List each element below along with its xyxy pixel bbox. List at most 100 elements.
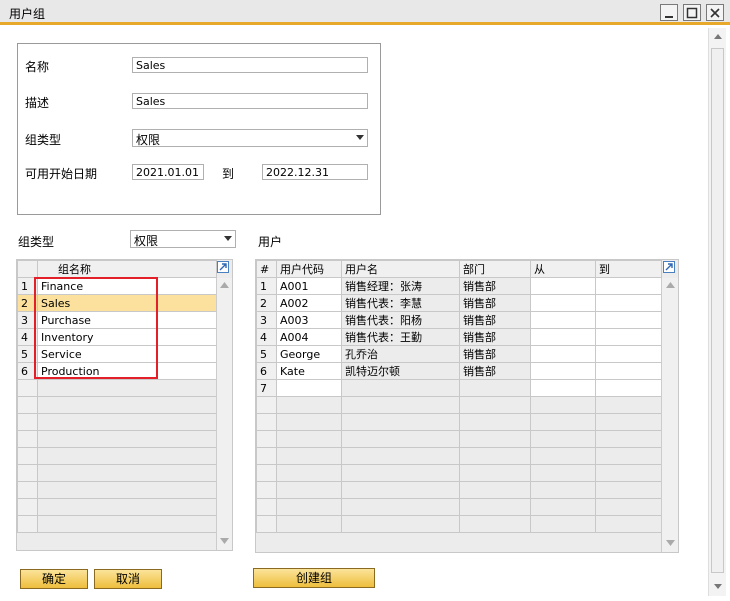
to-date-cell[interactable] [595, 430, 662, 448]
column-header-to[interactable]: 到 [595, 260, 662, 278]
table-row[interactable]: 6 Kate 凯特迈尔顿 销售部 [256, 362, 662, 380]
scroll-down-icon[interactable] [220, 538, 229, 544]
close-icon[interactable] [706, 4, 724, 21]
from-date-cell[interactable] [530, 464, 596, 482]
table-row[interactable] [17, 447, 217, 465]
from-date-cell[interactable] [530, 379, 596, 397]
to-date-cell[interactable] [595, 311, 662, 329]
minimize-icon[interactable] [660, 4, 678, 21]
to-date-cell[interactable] [595, 498, 662, 516]
column-header-group-name[interactable]: 组名称 [37, 260, 217, 278]
user-code-cell[interactable] [276, 464, 342, 482]
table-row[interactable] [17, 498, 217, 516]
user-code-cell[interactable]: A003 [276, 311, 342, 329]
table-row[interactable]: 4 A004 销售代表：王勤 销售部 [256, 328, 662, 346]
from-date-cell[interactable] [530, 396, 596, 414]
department-cell[interactable] [459, 498, 531, 516]
to-date-cell[interactable] [595, 481, 662, 499]
to-date-cell[interactable] [595, 362, 662, 380]
group-name-cell[interactable] [37, 498, 217, 516]
table-row[interactable]: 1 A001 销售经理：张涛 销售部 [256, 277, 662, 295]
user-name-cell[interactable] [341, 413, 460, 431]
table-row[interactable] [256, 396, 662, 414]
column-header-department[interactable]: 部门 [459, 260, 531, 278]
date-to-field[interactable]: 2022.12.31 [262, 164, 368, 180]
department-cell[interactable]: 销售部 [459, 362, 531, 380]
to-date-cell[interactable] [595, 277, 662, 295]
group-name-cell[interactable] [37, 413, 217, 431]
table-row[interactable] [256, 464, 662, 482]
department-cell[interactable]: 销售部 [459, 328, 531, 346]
user-name-cell[interactable] [341, 481, 460, 499]
user-code-cell[interactable] [276, 498, 342, 516]
user-code-cell[interactable]: A001 [276, 277, 342, 295]
expand-arrow-icon[interactable] [217, 261, 229, 273]
table-row[interactable] [17, 515, 217, 533]
name-field[interactable]: Sales [132, 57, 368, 73]
to-date-cell[interactable] [595, 345, 662, 363]
group-name-cell[interactable] [37, 379, 217, 397]
user-code-cell[interactable] [276, 396, 342, 414]
user-name-cell[interactable]: 销售经理：张涛 [341, 277, 460, 295]
to-date-cell[interactable] [595, 447, 662, 465]
department-cell[interactable] [459, 481, 531, 499]
from-date-cell[interactable] [530, 294, 596, 312]
from-date-cell[interactable] [530, 311, 596, 329]
user-name-cell[interactable] [341, 515, 460, 533]
from-date-cell[interactable] [530, 413, 596, 431]
department-cell[interactable] [459, 379, 531, 397]
table-row[interactable]: 2 A002 销售代表：李慧 销售部 [256, 294, 662, 312]
table-row[interactable] [256, 498, 662, 516]
user-code-cell[interactable] [276, 447, 342, 465]
from-date-cell[interactable] [530, 515, 596, 533]
to-date-cell[interactable] [595, 413, 662, 431]
department-cell[interactable] [459, 447, 531, 465]
from-date-cell[interactable] [530, 481, 596, 499]
groups-scrollbar[interactable] [216, 278, 232, 550]
user-code-cell[interactable] [276, 413, 342, 431]
user-name-cell[interactable] [341, 498, 460, 516]
create-group-button[interactable]: 创建组 [253, 568, 375, 588]
table-row[interactable] [256, 481, 662, 499]
scroll-down-icon[interactable] [666, 540, 675, 546]
to-date-cell[interactable] [595, 379, 662, 397]
user-name-cell[interactable]: 凯特迈尔顿 [341, 362, 460, 380]
group-name-cell[interactable] [37, 447, 217, 465]
user-name-cell[interactable]: 销售代表：李慧 [341, 294, 460, 312]
user-name-cell[interactable] [341, 464, 460, 482]
user-name-cell[interactable] [341, 447, 460, 465]
user-code-cell[interactable]: Kate [276, 362, 342, 380]
group-name-cell[interactable] [37, 515, 217, 533]
user-code-cell[interactable] [276, 515, 342, 533]
users-scrollbar[interactable] [661, 278, 678, 552]
table-row[interactable] [256, 447, 662, 465]
user-name-cell[interactable]: 销售代表：王勤 [341, 328, 460, 346]
user-name-cell[interactable] [341, 396, 460, 414]
column-header-user-code[interactable]: 用户代码 [276, 260, 342, 278]
table-row[interactable] [17, 379, 217, 397]
department-cell[interactable]: 销售部 [459, 311, 531, 329]
table-row[interactable] [17, 464, 217, 482]
date-from-field[interactable]: 2021.01.01 [132, 164, 204, 180]
table-row[interactable] [256, 430, 662, 448]
table-row[interactable] [17, 481, 217, 499]
table-row[interactable]: 5 George 孔乔治 销售部 [256, 345, 662, 363]
group-name-cell[interactable] [37, 481, 217, 499]
department-cell[interactable] [459, 396, 531, 414]
scroll-up-icon[interactable] [220, 282, 229, 288]
department-cell[interactable] [459, 430, 531, 448]
column-header-number[interactable]: # [256, 260, 277, 278]
user-code-cell[interactable] [276, 430, 342, 448]
cancel-button[interactable]: 取消 [94, 569, 162, 589]
scroll-up-icon[interactable] [666, 282, 675, 288]
table-row[interactable] [17, 396, 217, 414]
department-cell[interactable] [459, 515, 531, 533]
user-name-cell[interactable]: 销售代表：阳杨 [341, 311, 460, 329]
table-row[interactable] [256, 413, 662, 431]
to-date-cell[interactable] [595, 328, 662, 346]
from-date-cell[interactable] [530, 498, 596, 516]
group-name-cell[interactable] [37, 464, 217, 482]
to-date-cell[interactable] [595, 294, 662, 312]
table-row[interactable] [17, 430, 217, 448]
group-type-select[interactable]: 权限 [132, 129, 368, 147]
